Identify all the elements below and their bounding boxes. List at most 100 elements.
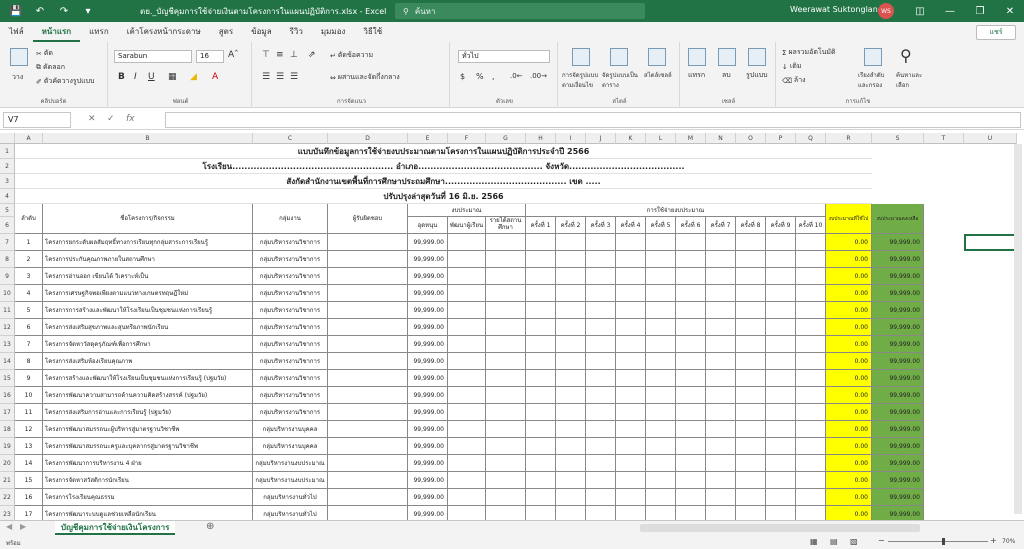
undo-icon[interactable]: ↶ [32, 3, 48, 19]
header-usage[interactable]: การใช้จ่ายงบประมาณ [526, 204, 826, 217]
row-time-cell[interactable] [766, 234, 796, 251]
prev-sheet-icon[interactable]: ◀ [6, 522, 12, 531]
avatar[interactable]: WS [878, 3, 894, 19]
row-time-cell[interactable] [766, 506, 796, 520]
row-subsidy[interactable]: 99,999.00 [408, 234, 448, 251]
fill-button[interactable]: ↓ เติม [782, 61, 801, 72]
zoom-in-icon[interactable]: + [990, 536, 997, 545]
row-time-cell[interactable] [736, 421, 766, 438]
format-table-button[interactable]: จัดรูปแบบเป็นตาราง [602, 70, 640, 90]
row-time-cell[interactable] [706, 285, 736, 302]
row-owner[interactable] [328, 251, 408, 268]
row-no[interactable]: 5 [15, 302, 43, 319]
row-time-cell[interactable] [706, 319, 736, 336]
merge-center-button[interactable]: ⇔ ผสานและจัดกึ่งกลาง [330, 72, 400, 83]
row-project[interactable]: โครงการอ่านออก เขียนได้ วิเคราะห์เป็น [43, 268, 253, 285]
row-time-cell[interactable] [676, 489, 706, 506]
row-time-cell[interactable] [736, 302, 766, 319]
conditional-format-button[interactable]: การจัดรูปแบบตามเงื่อนไข [562, 70, 600, 90]
row-time-cell[interactable] [796, 234, 826, 251]
row-remain[interactable]: 99,999.00 [872, 268, 924, 285]
close-icon[interactable]: ✕ [1000, 2, 1020, 20]
row-time-cell[interactable] [646, 336, 676, 353]
row-owner[interactable] [328, 353, 408, 370]
row-time-cell[interactable] [646, 404, 676, 421]
font-size-select[interactable]: 16 [196, 50, 224, 63]
row-time-cell[interactable] [616, 302, 646, 319]
row-owner[interactable] [328, 319, 408, 336]
row-time-cell[interactable] [796, 438, 826, 455]
conditional-format-icon[interactable] [572, 48, 590, 66]
row-time-cell[interactable] [796, 353, 826, 370]
row-time-cell[interactable] [736, 336, 766, 353]
row-time-cell[interactable] [556, 404, 586, 421]
column-header[interactable]: T [924, 133, 964, 144]
row-time-cell[interactable] [556, 336, 586, 353]
row-time-cell[interactable] [736, 319, 766, 336]
row-time-cell[interactable] [676, 472, 706, 489]
row-income[interactable] [486, 472, 526, 489]
row-header[interactable]: 10 [0, 285, 15, 302]
row-used[interactable]: 0.00 [826, 234, 872, 251]
row-header[interactable]: 19 [0, 438, 15, 455]
row-owner[interactable] [328, 268, 408, 285]
row-header[interactable]: 5 [0, 204, 15, 217]
row-time-cell[interactable] [736, 455, 766, 472]
row-no[interactable]: 15 [15, 472, 43, 489]
row-header[interactable]: 2 [0, 159, 15, 174]
row-remain[interactable]: 99,999.00 [872, 251, 924, 268]
row-owner[interactable] [328, 421, 408, 438]
row-no[interactable]: 7 [15, 336, 43, 353]
row-time-cell[interactable] [616, 319, 646, 336]
row-time-cell[interactable] [526, 251, 556, 268]
row-time-cell[interactable] [736, 234, 766, 251]
header-time[interactable]: ครั้งที่ 1 [526, 217, 556, 234]
row-project[interactable]: โครงการจัดหาวัสดุครุภัณฑ์เพื่อการศึกษา [43, 336, 253, 353]
row-time-cell[interactable] [556, 234, 586, 251]
format-cells-button[interactable]: รูปแบบ [746, 70, 768, 81]
row-remain[interactable]: 99,999.00 [872, 421, 924, 438]
row-header[interactable]: 23 [0, 506, 15, 520]
row-time-cell[interactable] [646, 370, 676, 387]
row-used[interactable]: 0.00 [826, 336, 872, 353]
worksheet-grid[interactable]: A B C D E F G H I J K L M N O P Q R S T U 1 2 3 4 5 6 7 8 9 10 11 12 13 14… [0, 133, 1024, 520]
row-time-cell[interactable] [526, 421, 556, 438]
row-dev[interactable] [448, 353, 486, 370]
row-project[interactable]: โครงการโรงเรียนคุณธรรม [43, 489, 253, 506]
row-time-cell[interactable] [706, 370, 736, 387]
office-line[interactable]: สังกัดสำนักงานเขตพื้นที่การศึกษาประถมศึก… [15, 174, 872, 189]
row-subsidy[interactable]: 99,999.00 [408, 370, 448, 387]
row-income[interactable] [486, 455, 526, 472]
row-time-cell[interactable] [676, 506, 706, 520]
row-time-cell[interactable] [586, 353, 616, 370]
row-time-cell[interactable] [796, 319, 826, 336]
row-time-cell[interactable] [676, 251, 706, 268]
header-time[interactable]: ครั้งที่ 2 [556, 217, 586, 234]
row-used[interactable]: 0.00 [826, 319, 872, 336]
save-icon[interactable]: 💾 [8, 3, 24, 19]
bold-icon[interactable]: B [118, 72, 125, 82]
row-header[interactable]: 17 [0, 404, 15, 421]
row-group[interactable]: กลุ่มบริหารงานวิชาการ [253, 285, 328, 302]
row-header[interactable]: 20 [0, 455, 15, 472]
row-time-cell[interactable] [646, 268, 676, 285]
row-time-cell[interactable] [526, 455, 556, 472]
vertical-scrollbar[interactable] [1014, 144, 1022, 514]
row-time-cell[interactable] [646, 489, 676, 506]
row-no[interactable]: 2 [15, 251, 43, 268]
row-owner[interactable] [328, 506, 408, 520]
row-group[interactable]: กลุ่มบริหารงานวิชาการ [253, 319, 328, 336]
row-time-cell[interactable] [766, 472, 796, 489]
row-time-cell[interactable] [526, 319, 556, 336]
row-time-cell[interactable] [556, 489, 586, 506]
row-dev[interactable] [448, 319, 486, 336]
row-time-cell[interactable] [556, 455, 586, 472]
row-time-cell[interactable] [706, 336, 736, 353]
row-time-cell[interactable] [706, 268, 736, 285]
row-subsidy[interactable]: 99,999.00 [408, 285, 448, 302]
row-time-cell[interactable] [586, 370, 616, 387]
row-project[interactable]: โครงการการสร้างและพัฒนาให้โรงเรียนเป็นชุ… [43, 302, 253, 319]
wrap-text-button[interactable]: ↵ ตัดข้อความ [330, 50, 373, 61]
row-time-cell[interactable] [556, 472, 586, 489]
row-time-cell[interactable] [796, 285, 826, 302]
